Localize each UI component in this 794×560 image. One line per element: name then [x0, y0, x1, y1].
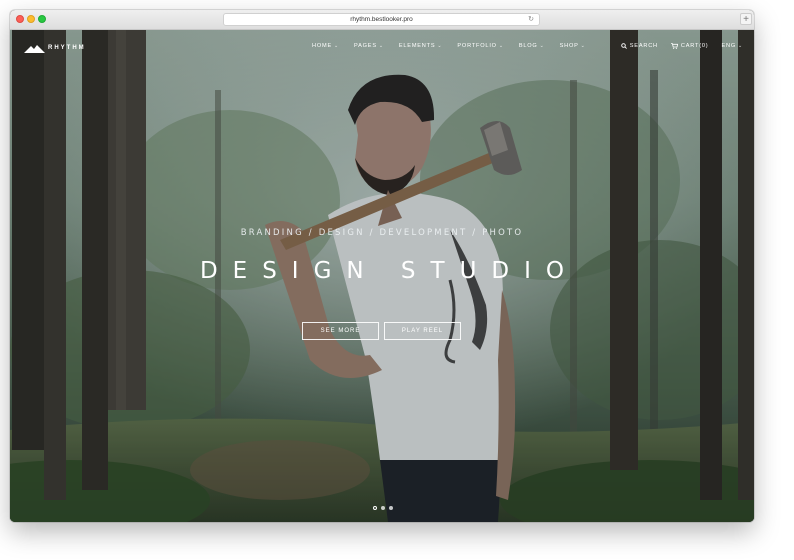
- nav-label: HOME: [312, 43, 332, 49]
- chevron-down-icon: ⌄: [498, 43, 504, 49]
- main-menu: HOME ⌄ PAGES ⌄ ELEMENTS ⌄ PORTFOLIO ⌄ BLOG ⌄ …: [312, 43, 601, 49]
- nav-label: PAGES: [353, 43, 377, 49]
- nav-label: BLOG: [518, 43, 538, 49]
- address-bar-url: rhythm.bestlooker.pro: [350, 16, 413, 23]
- chevron-down-icon: ⌄: [539, 43, 545, 49]
- site-logo[interactable]: RHYTHM: [24, 43, 86, 53]
- nav-item-pages[interactable]: PAGES ⌄: [354, 43, 384, 49]
- cart-icon: [670, 43, 678, 49]
- mountain-logo-icon: [24, 44, 45, 53]
- language-switcher[interactable]: ENG ⌄: [721, 43, 743, 49]
- brand-name: RHYTHM: [48, 45, 86, 51]
- cart-link[interactable]: CART(0): [670, 43, 709, 49]
- chevron-down-icon: ⌄: [738, 43, 743, 49]
- see-more-button[interactable]: SEE MORE: [302, 322, 379, 340]
- reload-icon[interactable]: ↻: [528, 14, 534, 25]
- address-bar[interactable]: rhythm.bestlooker.pro ↻: [223, 13, 540, 26]
- nav-label: PORTFOLIO: [457, 43, 497, 49]
- nav-label: ELEMENTS: [398, 43, 436, 49]
- new-tab-button[interactable]: +: [740, 13, 752, 25]
- slide-dot[interactable]: [373, 506, 377, 510]
- chevron-down-icon: ⌄: [580, 43, 586, 49]
- site-header: RHYTHM HOME ⌄ PAGES ⌄ ELEMENTS ⌄ PORTFOLIO ⌄…: [10, 30, 754, 66]
- chevron-down-icon: ⌄: [437, 43, 443, 49]
- search-link[interactable]: SEARCH: [621, 43, 658, 49]
- header-utilities: SEARCH CART(0) ENG ⌄: [608, 43, 743, 49]
- slider-pagination: [373, 506, 397, 510]
- slide-dot[interactable]: [389, 506, 393, 510]
- close-window-button[interactable]: [16, 15, 24, 23]
- minimize-window-button[interactable]: [27, 15, 35, 23]
- nav-item-blog[interactable]: BLOG ⌄: [519, 43, 545, 49]
- play-reel-button[interactable]: PLAY REEL: [384, 322, 461, 340]
- browser-window: rhythm.bestlooker.pro ↻ + RHYTHM HOME ⌄ …: [10, 10, 754, 522]
- nav-item-home[interactable]: HOME ⌄: [312, 43, 339, 49]
- chevron-down-icon: ⌄: [378, 43, 384, 49]
- slide-dot[interactable]: [381, 506, 385, 510]
- hero-title: DESIGN STUDIO: [199, 258, 580, 284]
- search-icon: [621, 43, 627, 49]
- nav-item-portfolio[interactable]: PORTFOLIO ⌄: [457, 43, 503, 49]
- search-label: SEARCH: [629, 43, 658, 49]
- hero-tagline: BRANDING / DESIGN / DEVELOPMENT / PHOTO: [240, 228, 524, 238]
- zoom-window-button[interactable]: [38, 15, 46, 23]
- nav-label: SHOP: [559, 43, 579, 49]
- chevron-down-icon: ⌄: [333, 43, 339, 49]
- page-viewport: RHYTHM HOME ⌄ PAGES ⌄ ELEMENTS ⌄ PORTFOLIO ⌄…: [10, 30, 754, 522]
- nav-item-shop[interactable]: SHOP ⌄: [560, 43, 586, 49]
- nav-item-elements[interactable]: ELEMENTS ⌄: [399, 43, 443, 49]
- cart-label: CART(0): [680, 43, 709, 49]
- browser-titlebar: rhythm.bestlooker.pro ↻ +: [10, 10, 754, 30]
- language-label: ENG: [721, 43, 736, 49]
